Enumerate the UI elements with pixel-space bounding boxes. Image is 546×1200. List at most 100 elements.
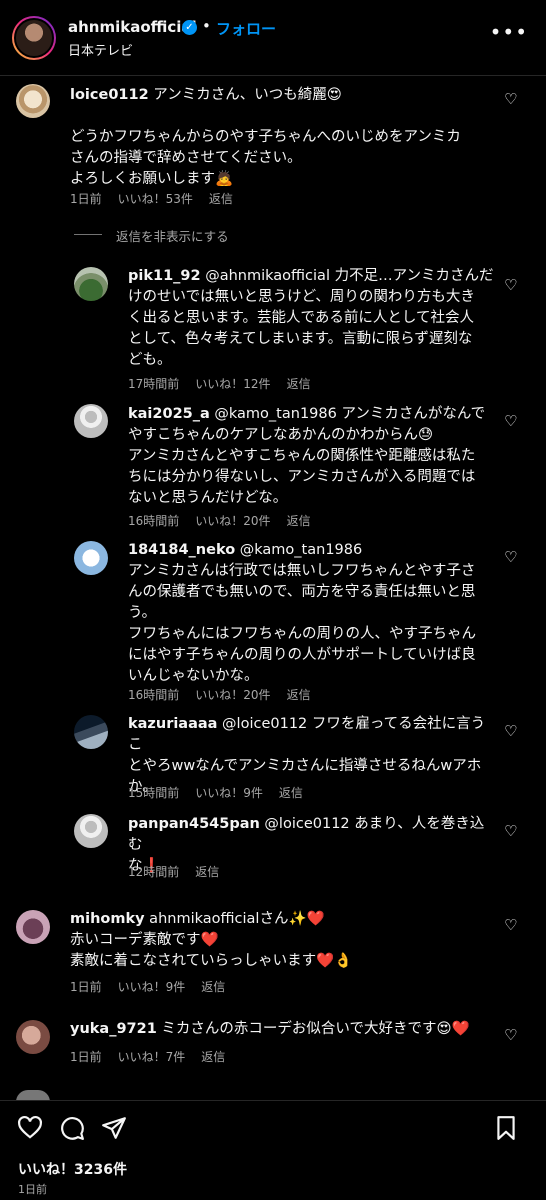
more-options-icon[interactable]: ••• [490,20,528,44]
verified-badge-icon: ✓ [182,20,197,35]
reply-likes[interactable]: いいね！20件 [195,512,270,529]
reply-text: いんじゃないかな。 [128,668,259,684]
avatar[interactable] [16,1020,50,1054]
comment-text: ahnmikaofficialさん✨❤️ [144,911,325,927]
avatar[interactable] [74,814,108,848]
reply-text: う。 [128,605,157,621]
divider [74,234,102,235]
comment-likes[interactable]: いいね！53件 [118,190,193,207]
comment-time: 1日前 [70,192,102,206]
comment-username[interactable]: mihomky [70,911,145,927]
reply-button[interactable]: 返信 [287,375,311,392]
like-heart-icon[interactable]: ♡ [504,90,517,108]
reply-meta: 12時間前 返信 [128,863,235,880]
avatar[interactable] [74,404,108,438]
comment-text: さんの指導で辞めさせてください。 [70,150,302,166]
reply-username[interactable]: panpan4545pan [128,816,260,832]
comment: mihomky ahnmikaofficialさん✨❤️ 赤いコーデ素敵です❤️… [70,909,500,972]
reply-meta: 16時間前 いいね！20件 返信 [128,512,327,529]
comment-text: どうかフワちゃんからのやす子ちゃんへのいじめをアンミカ [70,129,461,145]
reply-text: @kamo_tan1986 アンミカさんがなんで [209,406,486,422]
reply: 184184_neko @kamo_tan1986 アンミカさんは行政では無いし… [128,540,498,687]
reply-username[interactable]: kai2025_a [128,406,210,422]
reply-text: やすこちゃんのケアしなあかんのかわからん😓 [128,427,434,443]
reply-likes[interactable]: いいね！20件 [195,686,270,703]
follow-button[interactable]: フォロー [216,18,276,39]
post-header: ahnmikaofficial ✓ • フォロー 日本テレビ ••• [0,0,546,76]
reply-text: とやろwwなんでアンミカさんに指導させるねんwアホ [128,758,482,774]
reply-button[interactable]: 返信 [287,512,311,529]
reply-text: アンミカさんとやすこちゃんの関係性や距離感は私た [128,448,476,464]
comment-text: よろしくお願いします🙇 [70,171,234,187]
reply-text: ちには分かり得ないし、アンミカさんが入る問題では [128,469,476,485]
reply-text: フワちゃんにはフワちゃんの周りの人、やす子ちゃん [128,626,476,642]
reply-text: く出ると思います。芸能人である前に人として社会人 [128,310,474,326]
comment-time: 1日前 [70,980,102,994]
reply-meta: 16時間前 いいね！20件 返信 [128,686,327,703]
post-likes-count[interactable]: いいね！3236件 [18,1159,127,1179]
reply-time: 12時間前 [128,865,180,879]
avatar[interactable] [16,910,50,944]
reply-button[interactable]: 返信 [201,1048,225,1065]
hide-replies-button[interactable]: 返信を非表示にする [116,226,229,245]
reply-text: として、色々考えてしまいます。言動に限らず遅刻な [128,331,473,347]
like-heart-icon[interactable]: ♡ [504,1026,517,1044]
like-heart-icon[interactable]: ♡ [504,822,517,840]
reply-time: 15時間前 [128,786,180,800]
comment-icon[interactable] [59,1115,85,1141]
comment-likes[interactable]: いいね！9件 [118,978,186,995]
comment: yuka_9721 ミカさんの赤コーデお似合いで大好きです😍❤️ [70,1019,500,1040]
like-heart-icon[interactable]: ♡ [504,276,517,294]
reply-text: けのせいでは無いと思うけど、周りの関わり方も大き [128,289,475,305]
post-date: 1日前 [18,1183,47,1196]
separator-dot: • [202,17,211,35]
comment-meta: 1日前 いいね！53件 返信 [70,190,249,207]
reply-button[interactable]: 返信 [201,978,225,995]
reply-text: @ahnmikaofficial 力不足…アンミカさんだ [200,268,494,284]
like-heart-icon[interactable]: ♡ [504,412,517,430]
comment-username[interactable]: yuka_9721 [70,1021,157,1037]
reply-button[interactable]: 返信 [209,190,233,207]
avatar[interactable] [74,541,108,575]
comment-time: 1日前 [70,1050,102,1064]
heart-icon[interactable] [17,1115,43,1141]
reply-text: ないと思うんだけどな。 [128,490,288,506]
comment-meta: 1日前 いいね！9件 返信 [70,978,241,995]
like-heart-icon[interactable]: ♡ [504,916,517,934]
reply-text: @kamo_tan1986 [235,542,363,558]
reply-text: んの保護者でも無いので、両方を守る責任は無いと思 [128,584,476,600]
comment-likes[interactable]: いいね！7件 [118,1048,186,1065]
comment-text: 赤いコーデ素敵です❤️ [70,932,219,948]
comment-text: ミカさんの赤コーデお似合いで大好きです😍❤️ [156,1021,470,1037]
reply-text: アンミカさんは行政では無いしフワちゃんとやす子さ [128,563,476,579]
reply-button[interactable]: 返信 [287,686,311,703]
reply-likes[interactable]: いいね！12件 [195,375,270,392]
reply-button[interactable]: 返信 [279,784,303,801]
reply-text: にはやす子ちゃんの周りの人がサポートしていけば良 [128,647,476,663]
reply-time: 17時間前 [128,377,180,391]
avatar[interactable] [74,715,108,749]
reply-likes[interactable]: いいね！9件 [195,784,263,801]
avatar[interactable] [16,84,50,118]
share-icon[interactable] [101,1115,127,1141]
like-heart-icon[interactable]: ♡ [504,548,517,566]
comment-username[interactable]: loice0112 [70,87,149,103]
profile-username[interactable]: ahnmikaofficial [68,18,197,36]
avatar[interactable] [74,267,108,301]
reply-time: 16時間前 [128,688,180,702]
action-bar: いいね！3236件 1日前 [0,1100,546,1200]
reply-username[interactable]: pik11_92 [128,268,201,284]
reply-text: ども。 [128,352,172,368]
profile-avatar[interactable] [12,16,56,60]
bookmark-icon[interactable] [493,1115,519,1141]
like-heart-icon[interactable]: ♡ [504,722,517,740]
location-label[interactable]: 日本テレビ [68,40,133,59]
comment: loice0112 アンミカさん、いつも綺麗😍 どうかフワちゃんからのやす子ちゃ… [70,85,510,190]
reply: kai2025_a @kamo_tan1986 アンミカさんがなんで やすこちゃ… [128,404,498,509]
reply-time: 16時間前 [128,514,180,528]
reply-button[interactable]: 返信 [195,863,219,880]
reply-username[interactable]: kazuriaaaa [128,716,217,732]
reply-username[interactable]: 184184_neko [128,542,235,558]
comment-text: アンミカさん、いつも綺麗😍 [148,87,342,103]
reply-meta: 17時間前 いいね！12件 返信 [128,375,327,392]
